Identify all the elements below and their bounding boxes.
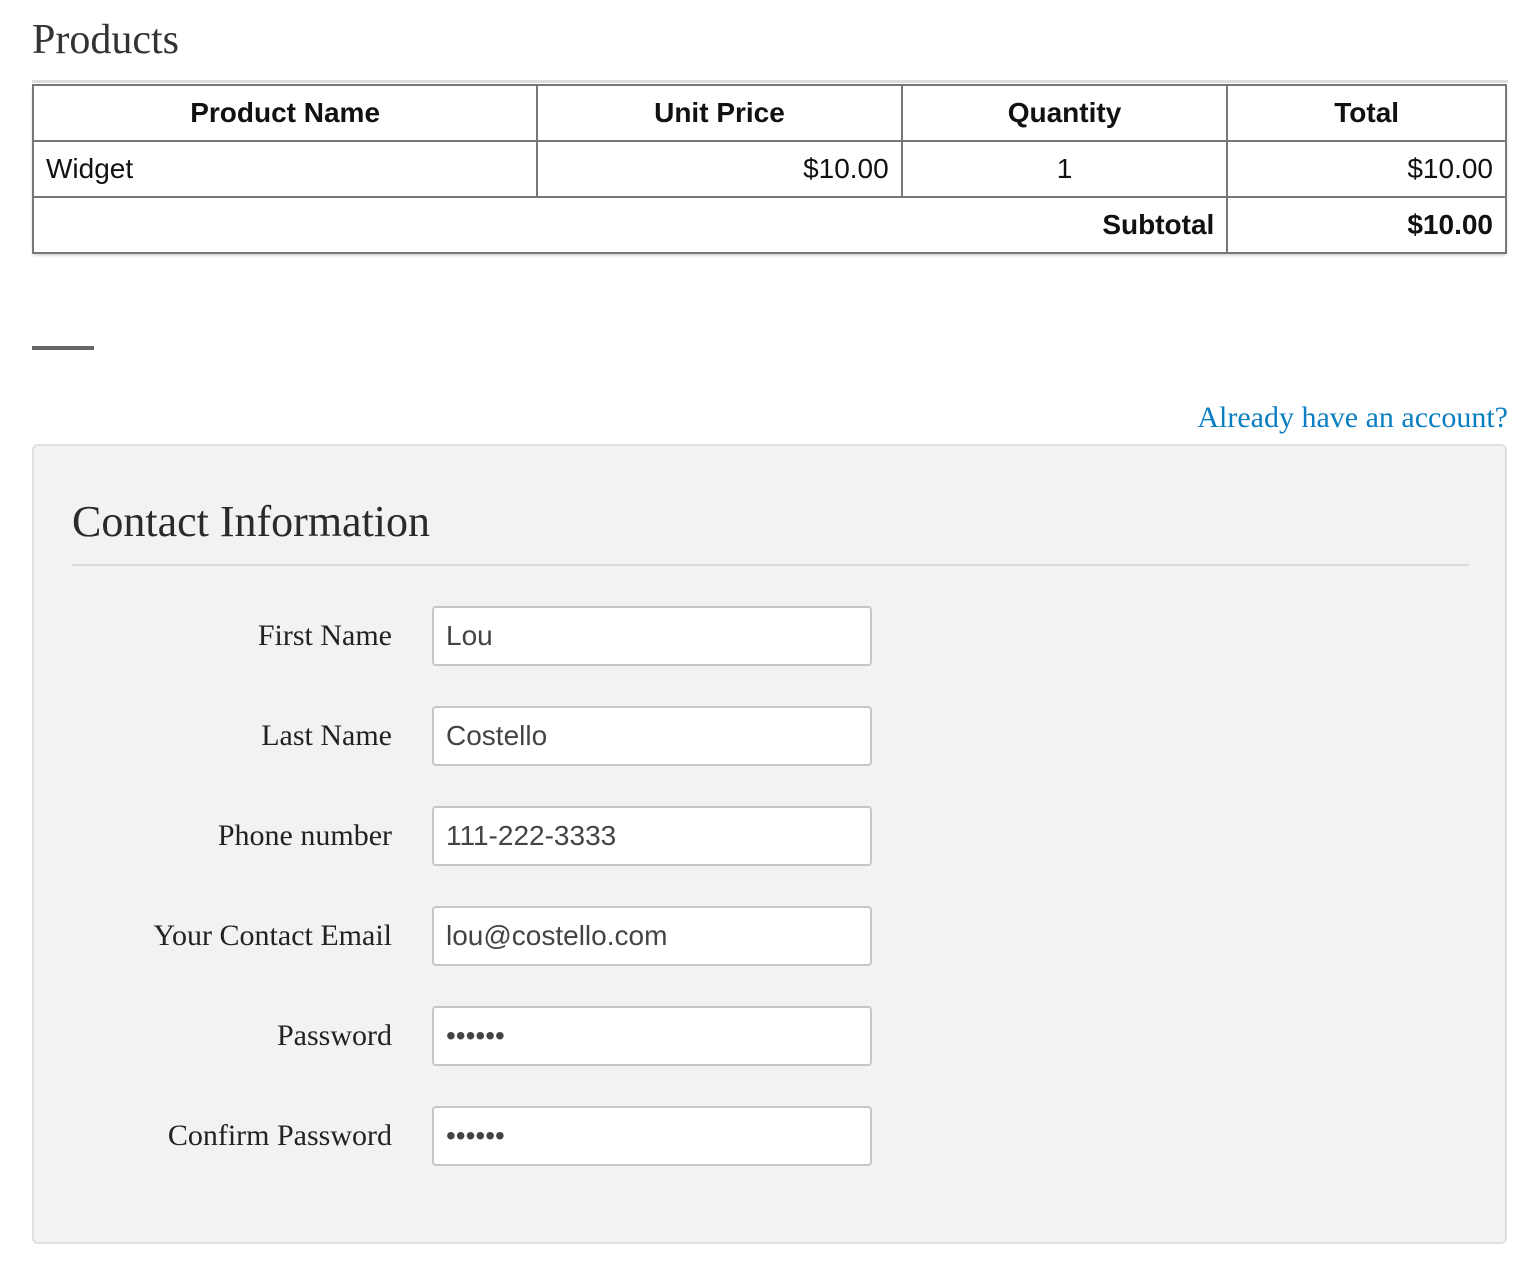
first-name-row: First Name [34, 606, 934, 666]
product-name-cell: Widget [31, 140, 539, 198]
contact-information-title: Contact Information [72, 497, 431, 546]
column-header-quantity: Quantity [900, 84, 1229, 142]
already-have-account-link[interactable]: Already have an account? [1197, 398, 1508, 438]
table-header-row: Product Name Unit Price Quantity Total [31, 84, 1507, 142]
unit-price-cell: $10.00 [536, 140, 903, 198]
total-cell: $10.00 [1226, 140, 1507, 198]
contact-email-input[interactable] [432, 906, 872, 966]
subtotal-row: Subtotal $10.00 [31, 196, 1507, 254]
contact-email-label: Your Contact Email [153, 919, 392, 952]
quantity-cell: 1 [900, 140, 1229, 198]
products-heading: Products [32, 17, 179, 63]
phone-number-label: Phone number [217, 819, 392, 852]
column-header-unit-price: Unit Price [536, 84, 903, 142]
confirm-password-input[interactable] [432, 1106, 872, 1166]
confirm-password-row: Confirm Password [34, 1106, 934, 1166]
first-name-input[interactable] [432, 606, 872, 666]
confirm-password-label: Confirm Password [167, 1119, 392, 1152]
products-table: Product Name Unit Price Quantity Total W… [31, 84, 1507, 254]
last-name-label: Last Name [261, 719, 392, 752]
last-name-row: Last Name [34, 706, 934, 766]
contact-email-row: Your Contact Email [34, 906, 934, 966]
contact-title-divider [72, 564, 1469, 566]
column-header-product-name: Product Name [31, 84, 539, 142]
section-divider [32, 346, 94, 350]
table-row: Widget $10.00 1 $10.00 [31, 140, 1507, 198]
phone-number-row: Phone number [34, 806, 934, 866]
password-row: Password [34, 1006, 934, 1066]
heading-divider [32, 80, 1508, 83]
phone-number-input[interactable] [432, 806, 872, 866]
contact-information-panel: Contact Information First Name Last Name… [32, 444, 1507, 1244]
password-label: Password [276, 1019, 392, 1052]
last-name-input[interactable] [432, 706, 872, 766]
first-name-label: First Name [257, 619, 392, 652]
password-input[interactable] [432, 1006, 872, 1066]
subtotal-value: $10.00 [1226, 196, 1507, 254]
column-header-total: Total [1226, 84, 1507, 142]
subtotal-label: Subtotal [31, 196, 1229, 254]
